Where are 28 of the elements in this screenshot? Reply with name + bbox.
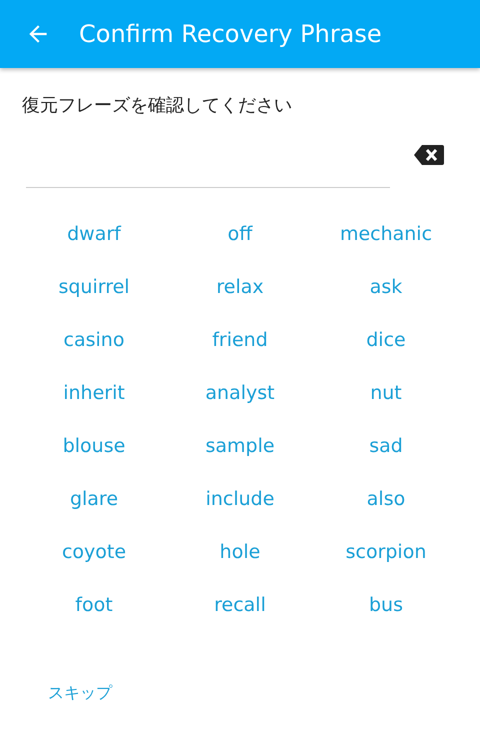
word-button[interactable]: dwarf <box>67 214 121 254</box>
word-button[interactable]: analyst <box>205 373 275 413</box>
word-button[interactable]: mechanic <box>340 214 432 254</box>
word-button[interactable]: sample <box>205 426 275 466</box>
word-button[interactable]: blouse <box>62 426 126 466</box>
word-button[interactable]: coyote <box>62 532 126 572</box>
word-button[interactable]: inherit <box>63 373 125 413</box>
backspace-icon[interactable] <box>413 144 445 166</box>
word-button[interactable]: foot <box>75 585 113 625</box>
word-button[interactable]: scorpion <box>346 532 426 572</box>
word-button[interactable]: sad <box>369 426 403 466</box>
word-button[interactable]: off <box>228 214 252 254</box>
word-button[interactable]: casino <box>64 320 124 360</box>
word-button[interactable]: ask <box>370 267 402 307</box>
skip-button[interactable]: スキップ <box>48 683 112 704</box>
screen-title: Confirm Recovery Phrase <box>79 20 382 48</box>
word-button[interactable]: squirrel <box>58 267 130 307</box>
word-button[interactable]: recall <box>214 585 266 625</box>
word-button[interactable]: include <box>206 479 274 519</box>
word-button[interactable]: nut <box>370 373 402 413</box>
word-button[interactable]: glare <box>70 479 118 519</box>
word-button[interactable]: bus <box>368 585 403 625</box>
instruction-text: 復元フレーズを確認してください <box>22 94 293 117</box>
word-button[interactable]: relax <box>216 267 264 307</box>
word-button[interactable]: also <box>366 479 406 519</box>
word-button[interactable]: dice <box>366 320 406 360</box>
word-button[interactable]: friend <box>212 320 268 360</box>
word-button[interactable]: hole <box>220 532 260 572</box>
